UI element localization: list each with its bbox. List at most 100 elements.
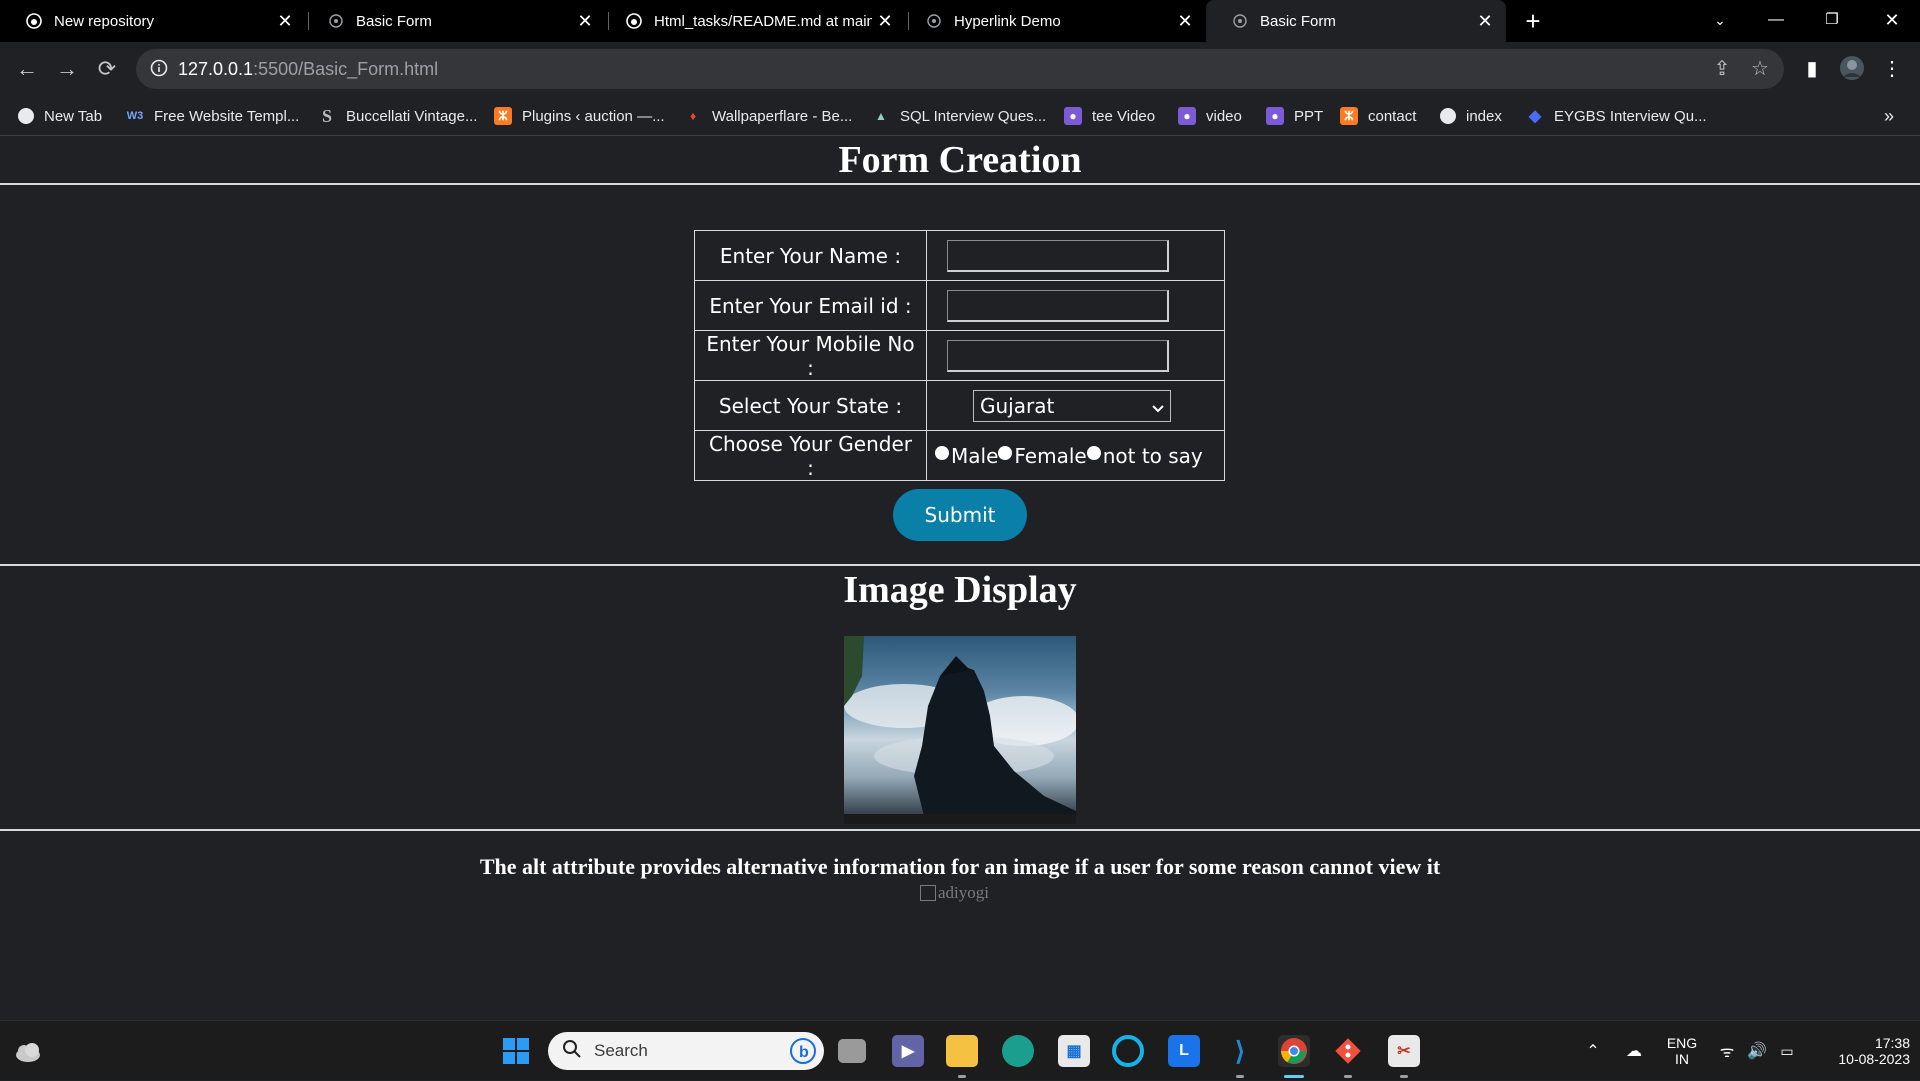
submit-button[interactable]: Submit (893, 489, 1027, 541)
volume-icon[interactable]: 🔊 (1746, 1021, 1768, 1081)
tab-hyperlink-demo[interactable]: Hyperlink Demo ✕ (900, 0, 1206, 42)
kebab-menu-icon[interactable]: ⋮ (1878, 55, 1906, 83)
mountain-icon: ▲ (875, 109, 887, 123)
forward-button[interactable]: → (50, 52, 84, 86)
divider (0, 829, 1920, 831)
form-heading: Form Creation (838, 139, 1082, 181)
close-icon[interactable]: ✕ (872, 11, 898, 32)
back-button[interactable]: ← (10, 52, 44, 86)
bookmark-label: tee Video (1092, 107, 1156, 125)
clock[interactable]: 17:38 10-08-2023 (1810, 1021, 1910, 1081)
git-icon[interactable] (1332, 1035, 1364, 1067)
close-icon[interactable]: ✕ (272, 11, 298, 32)
divider (0, 564, 1920, 566)
vscode-icon[interactable]: ⟩ (1224, 1035, 1256, 1067)
bookmark-item[interactable]: ⵣ contact (1340, 104, 1416, 128)
tab-search-chevron-icon[interactable]: ⌄ (1692, 0, 1748, 42)
w3-icon: W3 (126, 110, 144, 122)
bookmark-label: EYGBS Interview Qu... (1554, 107, 1707, 125)
state-cell: Gujarat (926, 380, 1225, 431)
avatar[interactable] (1838, 55, 1866, 83)
new-tab-button[interactable]: + (1518, 4, 1548, 38)
info-icon[interactable] (150, 59, 170, 79)
file-explorer-icon[interactable] (946, 1035, 978, 1067)
active-indicator (1284, 1075, 1304, 1078)
name-input[interactable] (947, 239, 1169, 272)
tab-basic-form-active[interactable]: Basic Form ✕ (1206, 0, 1506, 42)
taskbar-search[interactable]: Search b (548, 1032, 824, 1070)
snipping-tool-icon[interactable]: ✂ (1388, 1035, 1420, 1067)
mobile-label: Enter Your Mobile No : (694, 330, 927, 381)
onedrive-icon[interactable]: ☁ (1622, 1021, 1646, 1081)
address-bar[interactable]: 127.0.0.1:5500/Basic_Form.html ⇪ ☆ (136, 49, 1784, 89)
github-icon (626, 13, 642, 29)
lens-icon[interactable]: L (1168, 1035, 1200, 1067)
windows-start-icon[interactable] (500, 1035, 532, 1067)
table-row: Choose Your Gender : Male Female not to … (694, 430, 1225, 481)
bookmark-item[interactable]: ● tee Video (1064, 104, 1155, 128)
email-label: Enter Your Email id : (694, 280, 927, 331)
running-indicator (1236, 1075, 1244, 1078)
bookmark-item[interactable]: S Buccellati Vintage... (318, 104, 477, 128)
star-icon[interactable]: ☆ (1748, 57, 1772, 81)
share-icon[interactable]: ⇪ (1710, 57, 1734, 81)
bookmark-item[interactable]: ◆ EYGBS Interview Qu... (1526, 104, 1707, 128)
table-row: Enter Your Email id : (694, 280, 1225, 331)
windows-taskbar: Search b ▶ ▦ L ⟩ ✂ ⌃ ☁ ENG IN ᯤ 🔊 ▭ 17:3… (0, 1020, 1920, 1080)
alexa-icon[interactable] (1112, 1035, 1144, 1067)
radio-male[interactable] (935, 445, 949, 460)
radio-label-female: Female (1014, 443, 1087, 468)
svg-text:b: b (799, 1044, 809, 1061)
bookmark-item[interactable]: ● video (1178, 104, 1242, 128)
search-icon (562, 1039, 582, 1064)
browser-toolbar: ← → ⟳ 127.0.0.1:5500/Basic_Form.html ⇪ ☆… (0, 42, 1920, 96)
bookmark-item[interactable]: ▲ SQL Interview Ques... (872, 104, 1046, 128)
reload-button[interactable]: ⟳ (90, 52, 124, 86)
store-icon[interactable]: ▦ (1058, 1035, 1090, 1067)
bookmark-label: video (1206, 107, 1242, 125)
teams-icon[interactable]: ▶ (892, 1035, 924, 1067)
bing-icon[interactable]: b (790, 1038, 816, 1069)
xampp-icon: ⵣ (1340, 107, 1358, 125)
bookmark-item[interactable]: ♦ Wallpaperflare - Be... (684, 104, 852, 128)
language-indicator[interactable]: ENG IN (1660, 1021, 1704, 1081)
side-panel-icon[interactable]: ▮ (1798, 55, 1826, 83)
mobile-cell (926, 330, 1225, 381)
radio-female[interactable] (998, 445, 1013, 460)
bookmark-label: Plugins ‹ auction —... (522, 107, 665, 125)
chrome-icon[interactable] (1278, 1035, 1310, 1067)
close-window-button[interactable]: ✕ (1864, 0, 1920, 42)
email-input[interactable] (947, 289, 1169, 322)
restore-button[interactable]: ❐ (1804, 0, 1860, 42)
broken-image: adiyogi (920, 882, 989, 904)
weather-icon[interactable] (12, 1035, 44, 1067)
mobile-input[interactable] (947, 339, 1169, 372)
lang-top: ENG (1666, 1035, 1698, 1051)
tab-new-repository[interactable]: New repository ✕ (0, 0, 306, 42)
bookmark-item[interactable]: ⵣ Plugins ‹ auction —... (494, 104, 665, 128)
tab-readme[interactable]: Html_tasks/README.md at main ✕ (600, 0, 906, 42)
state-select[interactable]: Gujarat (973, 389, 1171, 422)
email-cell (926, 280, 1225, 331)
bookmark-item[interactable]: W3 Free Website Templ... (126, 104, 300, 128)
task-view-icon[interactable] (838, 1039, 866, 1063)
bookmark-item[interactable]: index (1440, 104, 1502, 128)
bookmark-item[interactable]: ● PPT (1266, 104, 1323, 128)
tab-basic-form-1[interactable]: Basic Form ✕ (302, 0, 606, 42)
table-row: Enter Your Mobile No : (694, 330, 1225, 381)
bookmarks-overflow-icon[interactable]: » (1884, 104, 1894, 128)
name-cell (926, 230, 1225, 281)
close-icon[interactable]: ✕ (1172, 11, 1198, 32)
close-icon[interactable]: ✕ (1472, 11, 1498, 32)
minimize-button[interactable]: — (1748, 0, 1804, 42)
edge-icon[interactable] (1002, 1035, 1034, 1067)
chevron-up-icon[interactable]: ⌃ (1582, 1021, 1604, 1081)
bookmark-item[interactable]: New Tab (18, 104, 102, 128)
table-row: Select Your State : Gujarat (694, 380, 1225, 431)
battery-icon[interactable]: ▭ (1776, 1021, 1798, 1081)
bookmarks-bar: New Tab W3 Free Website Templ... S Buccell… (0, 96, 1920, 136)
bookmark-label: PPT (1294, 107, 1324, 125)
radio-not-to-say[interactable] (1086, 445, 1101, 460)
close-icon[interactable]: ✕ (572, 11, 598, 32)
wifi-icon[interactable]: ᯤ (1716, 1021, 1738, 1081)
